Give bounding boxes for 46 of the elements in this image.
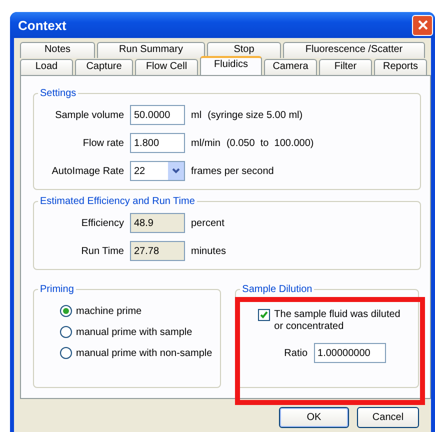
tab[interactable]: Fluorescence /Scatter [283,42,425,58]
unit-label: ml [191,110,202,120]
output-field[interactable]: 27.78 [130,241,185,261]
chevron-down-icon [172,168,180,174]
ratio-field[interactable]: 1.00000000 [314,343,386,363]
tab[interactable]: Stop [207,42,281,58]
unit-label: ml/min [191,138,220,148]
group-title: Estimated Efficiency and Run Time [39,196,196,207]
check-icon [260,311,268,319]
tab[interactable]: Reports [374,59,427,75]
group-title: Sample Dilution [241,284,314,295]
input-field[interactable]: 50.0000 [130,105,185,125]
unit-label: minutes [191,246,226,256]
ok-button[interactable]: OK [279,407,349,428]
input-field[interactable]: 1.800 [130,133,185,153]
radio-option[interactable]: manual prime with non-sample [60,347,212,359]
ratio-label: Ratio [284,348,308,358]
radio-option[interactable]: manual prime with sample [60,326,212,338]
checkbox[interactable] [258,309,270,321]
unit-label: percent [191,218,224,228]
checkbox-label: The sample fluid was diluted or concentrated [274,309,402,333]
tab[interactable]: Run Summary [97,42,205,58]
field-label: Efficiency [80,218,124,228]
tab[interactable]: Capture [75,59,133,75]
rate-dropdown[interactable]: 22 [130,161,185,181]
cancel-button[interactable]: Cancel [357,407,419,428]
close-icon [418,20,428,30]
group-title: Settings [39,88,78,99]
tab[interactable]: Fluidics [200,56,262,75]
radio-option[interactable]: machine prime [60,305,212,317]
output-field[interactable]: 48.9 [130,213,185,233]
field-label: Flow rate [82,138,124,148]
window-title: Context [18,18,66,32]
tab[interactable]: Camera [264,59,317,75]
range-note: (syringe size 5.00 ml) [208,110,303,120]
field-label: Sample volume [54,110,124,120]
tab[interactable]: Load [20,59,73,75]
tab[interactable]: Flow Cell [135,59,198,75]
group-title: Priming [39,284,75,295]
field-label: Run Time [80,246,124,256]
field-label: AutoImage Rate [50,166,124,176]
range-note: (0.050 to 100.000) [226,138,314,148]
unit-label: frames per second [191,166,274,176]
close-button[interactable] [412,14,433,36]
tab[interactable]: Filter [319,59,372,75]
tab[interactable]: Notes [20,42,95,58]
